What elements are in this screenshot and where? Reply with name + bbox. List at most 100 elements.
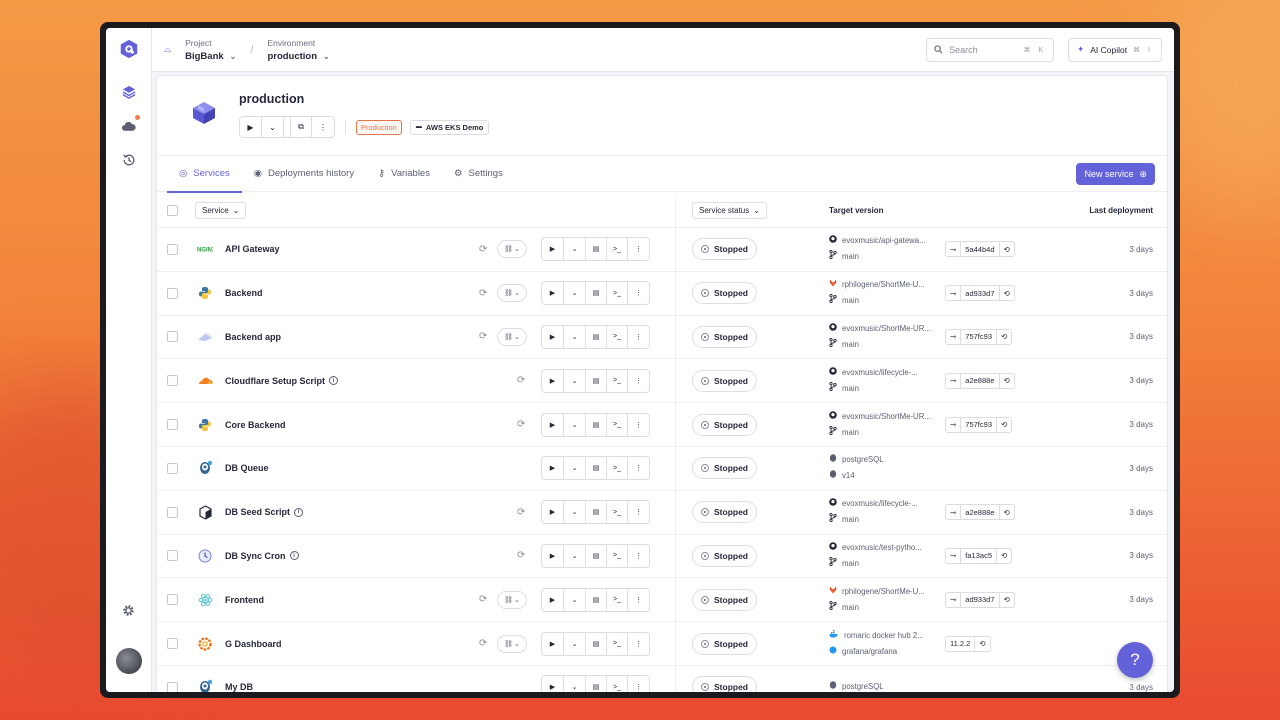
terminal-icon[interactable]: >_ [607,588,628,611]
row-checkbox[interactable] [167,287,178,299]
logs-icon[interactable]: ▤ [586,457,607,480]
refresh-icon[interactable]: ⟳ [517,550,525,561]
terminal-icon[interactable]: >_ [607,676,628,692]
cluster-badge[interactable]: ▬ AWS EKS Demo [409,119,490,135]
more-icon[interactable]: ⋮ [628,501,649,523]
revert-icon[interactable]: ⟲ [1000,593,1014,607]
table-row[interactable]: Backend app ⟳ ⛓ ⌄ ▶ ⌄ ▤ >_ ⋮ Stopped evoxmusic/Sho… [157,315,1167,360]
logs-icon[interactable]: ▤ [586,369,607,392]
play-icon[interactable]: ▶ [542,325,564,348]
table-row[interactable]: Core Backend ⟳ ▶ ⌄ ▤ >_ ⋮ Stopped evoxmusic/Shor… [157,403,1167,447]
info-icon[interactable]: i [289,551,299,561]
chevron-down-icon[interactable]: ⌄ [262,117,284,137]
table-row[interactable]: NGINXAPI Gateway⟳⛓⌄▶⌄▤>_⋮Stoppedevoxmusi… [157,228,1167,272]
play-icon[interactable]: ▶ [542,676,564,692]
terminal-icon[interactable]: >_ [607,501,628,524]
refresh-icon[interactable]: ⟳ [479,638,487,649]
row-checkbox[interactable] [167,506,178,518]
row-checkbox[interactable] [167,594,178,606]
more-icon[interactable]: ⋮ [628,545,649,567]
service-name[interactable]: Cloudflare Setup Script i [225,376,339,386]
more-icon[interactable]: ⋮ [628,326,649,348]
table-row[interactable]: DB Sync Cron i ⟳ ▶ ⌄ ▤ >_ ⋮ Stopped evoxmusic/tes… [157,534,1167,579]
refresh-icon[interactable]: ⟳ [479,594,487,605]
links-dropdown[interactable]: ⛓ ⌄ [497,634,527,653]
table-row[interactable]: G Dashboard ⟳ ⛓ ⌄ ▶ ⌄ ▤ >_ ⋮ Stopped romaric docke… [157,622,1167,666]
chevron-down-icon[interactable]: ⌄ [564,544,586,567]
play-icon[interactable]: ▶ [542,457,564,480]
play-icon[interactable]: ▶ [542,588,564,611]
service-name[interactable]: My DB [225,682,253,692]
terminal-icon[interactable]: >_ [607,457,628,480]
revert-icon[interactable]: ⟲ [1000,242,1014,256]
more-icon[interactable]: ⋮ [312,117,334,137]
status-filter-button[interactable]: Service status ⌄ [692,202,767,219]
table-row[interactable]: Backend ⟳ ⛓ ⌄ ▶ ⌄ ▤ >_ ⋮ Stopped rphilogene/ShortM… [157,271,1167,316]
terminal-icon[interactable]: >_ [607,369,628,392]
links-dropdown[interactable]: ⛓ ⌄ [497,240,527,259]
terminal-icon[interactable]: >_ [607,632,628,655]
more-icon[interactable]: ⋮ [628,282,649,304]
project-selector[interactable]: Project BigBank ⌄ [185,38,236,62]
qovery-logo-icon[interactable] [118,38,140,60]
version-selector[interactable]: ⊸ 757fc93 ⟲ [945,416,1013,433]
revert-icon[interactable]: ⟲ [975,637,989,651]
more-icon[interactable]: ⋮ [628,457,649,479]
info-icon[interactable]: i [294,507,304,517]
row-checkbox[interactable] [167,419,178,431]
table-row[interactable]: Cloudflare Setup Script i ⟳ ▶ ⌄ ▤ >_ ⋮ Stopped ev… [157,359,1167,404]
play-icon[interactable]: ▶ [542,544,564,567]
row-checkbox[interactable] [167,638,178,650]
revert-icon[interactable]: ⟲ [997,549,1011,563]
more-icon[interactable]: ⋮ [628,370,649,392]
logs-icon[interactable]: ▤ [586,238,607,261]
service-sort-button[interactable]: Service ⌄ [195,202,247,219]
table-row[interactable]: DB Seed Script i ⟳ ▶ ⌄ ▤ >_ ⋮ Stopped evoxmusic/l… [157,490,1167,535]
refresh-icon[interactable]: ⟳ [479,288,487,299]
revert-icon[interactable]: ⟲ [1000,374,1014,388]
cloud-icon[interactable] [115,112,143,140]
play-icon[interactable]: ▶ [542,413,564,436]
layers-icon[interactable] [115,78,143,106]
terminal-icon[interactable]: >_ [607,238,628,261]
version-selector[interactable]: ⊸ a2e888e ⟲ [945,504,1015,521]
more-icon[interactable]: ⋮ [628,589,649,611]
play-icon[interactable]: ▶ [542,282,564,305]
history-icon[interactable] [115,146,143,174]
environment-selector[interactable]: Environment production ⌄ [267,38,329,62]
new-service-button[interactable]: New service ⊕ [1076,163,1155,185]
more-icon[interactable]: ⋮ [628,633,649,655]
chevron-down-icon[interactable]: ⌄ [564,413,586,436]
refresh-icon[interactable]: ⟳ [517,375,525,386]
logs-icon[interactable]: ▤ [586,676,607,692]
chevron-down-icon[interactable]: ⌄ [564,457,586,480]
play-icon[interactable]: ▶ [240,117,262,137]
play-icon[interactable]: ▶ [542,238,564,261]
chevron-down-icon[interactable]: ⌄ [564,325,586,348]
row-checkbox[interactable] [167,375,178,387]
chevron-down-icon[interactable]: ⌄ [564,676,586,692]
refresh-icon[interactable]: ⟳ [517,419,525,430]
chevron-down-icon[interactable]: ⌄ [564,501,586,524]
service-name[interactable]: G Dashboard [225,639,282,649]
row-checkbox[interactable] [167,462,178,474]
table-row[interactable]: My DB ▶ ⌄ ▤ >_ ⋮ Stopped postgreSQL 3 days [157,665,1167,692]
chevron-down-icon[interactable]: ⌄ [564,369,586,392]
more-icon[interactable]: ⋮ [628,676,649,692]
service-name[interactable]: DB Queue [225,463,269,473]
terminal-icon[interactable]: >_ [607,282,628,305]
tab-settings[interactable]: ⚙ Settings [442,156,515,192]
search-input[interactable]: Search ⌘ K [926,37,1055,62]
terminal-icon[interactable]: >_ [607,544,628,567]
version-selector[interactable]: ⊸ ad933d7 ⟲ [945,591,1015,608]
logs-icon[interactable]: ▤ [586,588,607,611]
service-name[interactable]: Frontend [225,595,264,605]
more-icon[interactable]: ⋮ [628,238,649,260]
links-dropdown[interactable]: ⛓ ⌄ [497,284,527,303]
chevron-down-icon[interactable]: ⌄ [564,282,586,305]
chevron-down-icon[interactable]: ⌄ [564,588,586,611]
version-selector[interactable]: ⊸ fa13ac5 ⟲ [945,547,1013,564]
service-name[interactable]: Backend [225,288,263,298]
ai-copilot-button[interactable]: ✦ AI Copilot ⌘ I [1068,37,1162,62]
terminal-icon[interactable]: >_ [607,325,628,348]
